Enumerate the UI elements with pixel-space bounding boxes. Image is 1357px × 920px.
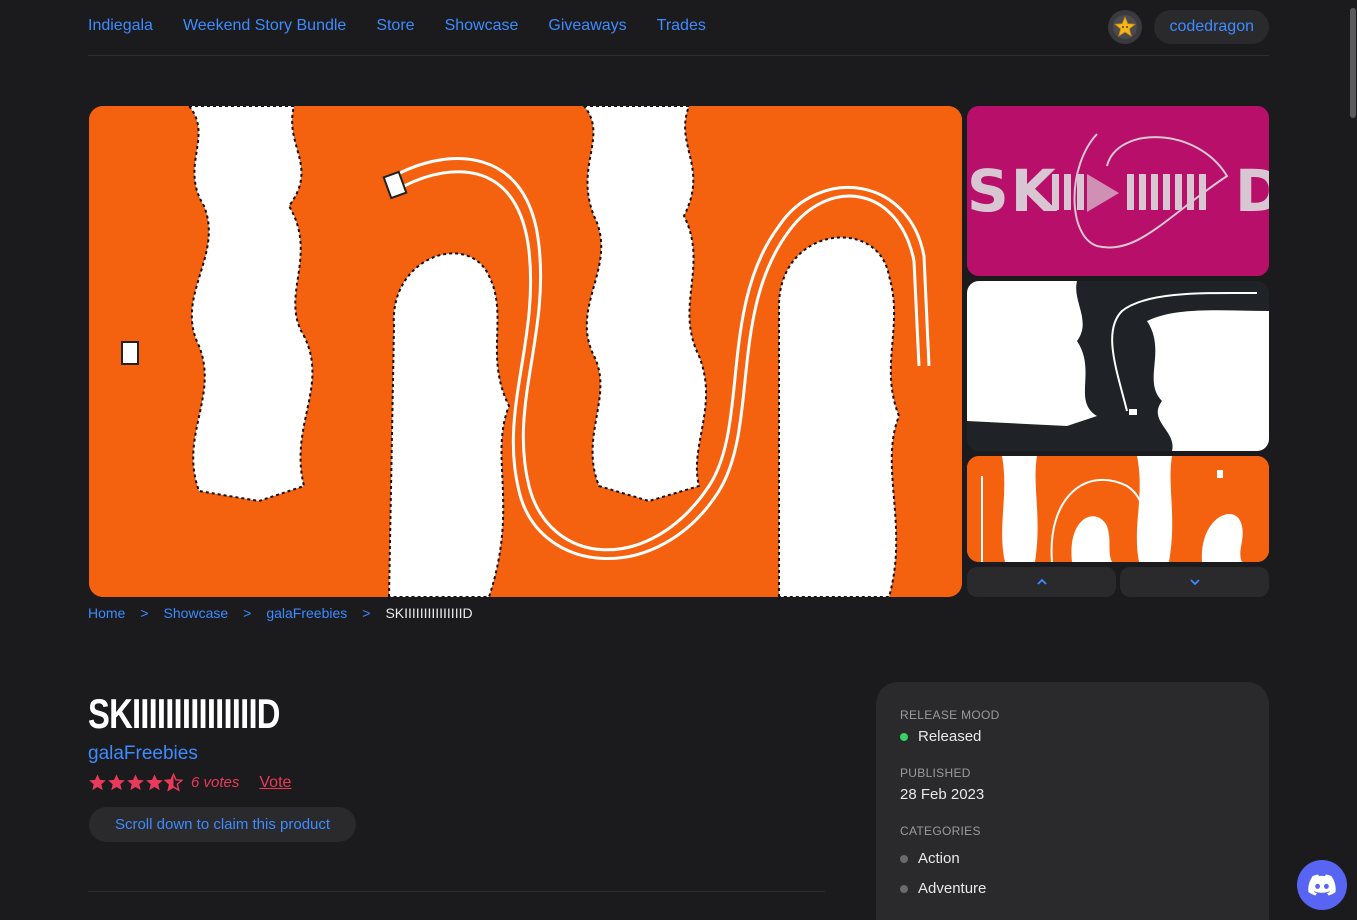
developer-link[interactable]: galaFreebies [88, 743, 198, 765]
status-dot-icon [900, 732, 908, 741]
thumbnail-screenshot-3[interactable] [967, 456, 1269, 562]
claim-product-button[interactable]: Scroll down to claim this product [89, 807, 356, 842]
breadcrumb-separator: > [362, 605, 371, 621]
nav-link-giveaways[interactable]: Giveaways [548, 17, 626, 35]
breadcrumb: Home > Showcase > galaFreebies > SKIIIII… [88, 605, 473, 621]
votes-count: 6 votes [191, 774, 240, 791]
chevron-down-icon [1189, 579, 1200, 586]
user-area: codedragon [1108, 10, 1269, 44]
avatar[interactable] [1108, 10, 1143, 44]
nav-link-store[interactable]: Store [376, 17, 414, 35]
main-screenshot[interactable] [89, 106, 962, 597]
star-half-icon [164, 773, 183, 792]
thumbnail-video[interactable]: SK D [967, 106, 1269, 276]
scrollbar-thumb[interactable] [1350, 8, 1356, 118]
nav-link-trades[interactable]: Trades [657, 17, 706, 35]
bullet-icon [900, 854, 908, 863]
game-screenshot-image [89, 106, 962, 597]
product-info-panel: RELEASE MOOD Released PUBLISHED 28 Feb 2… [876, 682, 1269, 920]
release-label: RELEASE MOOD [900, 708, 1000, 722]
vote-link[interactable]: Vote [259, 774, 291, 792]
nav-link-showcase[interactable]: Showcase [445, 17, 519, 35]
star-avatar-icon [1113, 15, 1138, 39]
gallery-scroll-up-button[interactable] [967, 567, 1116, 597]
gallery-scroll-down-button[interactable] [1120, 567, 1269, 597]
star-full-icon [108, 774, 125, 791]
page-scrollbar[interactable] [1348, 0, 1357, 920]
star-full-icon [146, 774, 163, 791]
star-rating [88, 773, 183, 792]
rating-row: 6 votes Vote [88, 773, 291, 792]
breadcrumb-current: SKIIIIIIIIIIIIIIID [385, 605, 473, 621]
published-section: PUBLISHED 28 Feb 2023 [900, 766, 1245, 803]
category-item[interactable]: Action [900, 849, 1245, 868]
breadcrumb-showcase[interactable]: Showcase [164, 605, 229, 621]
breadcrumb-separator: > [243, 605, 252, 621]
release-section: RELEASE MOOD Released [900, 708, 1245, 745]
star-full-icon [127, 774, 144, 791]
product-title: SKIIIIIIIIIIIIIIID [88, 690, 280, 737]
video-thumbnail-image: SK D [967, 106, 1269, 276]
category-adventure: Adventure [918, 880, 987, 897]
star-full-icon [89, 774, 106, 791]
svg-text:SK: SK [967, 157, 1058, 225]
published-label: PUBLISHED [900, 766, 971, 780]
thumbnail-screenshot-2[interactable] [967, 281, 1269, 451]
nav-link-indiegala[interactable]: Indiegala [88, 17, 153, 35]
release-status: Released [900, 728, 1245, 745]
screenshot-2-image [967, 281, 1269, 451]
breadcrumb-home[interactable]: Home [88, 605, 125, 621]
published-value: 28 Feb 2023 [900, 786, 985, 803]
bullet-icon [900, 884, 908, 893]
discord-chat-button[interactable] [1297, 860, 1347, 910]
category-item[interactable]: Adventure [900, 879, 1245, 898]
chevron-up-icon [1036, 578, 1047, 585]
discord-icon [1308, 874, 1336, 896]
screenshot-3-image [967, 456, 1269, 562]
release-value: Released [918, 728, 982, 745]
breadcrumb-separator: > [140, 605, 149, 621]
username-button[interactable]: codedragon [1154, 10, 1269, 44]
svg-text:D: D [1235, 157, 1269, 225]
categories-section: CATEGORIES Action Adventure [900, 824, 1245, 898]
nav-link-weekend-story-bundle[interactable]: Weekend Story Bundle [183, 17, 346, 35]
category-action: Action [918, 850, 960, 867]
categories-label: CATEGORIES [900, 824, 981, 838]
breadcrumb-developer[interactable]: galaFreebies [266, 605, 347, 621]
section-divider [88, 891, 825, 892]
nav-links: Indiegala Weekend Story Bundle Store Sho… [88, 17, 736, 35]
top-navigation: Indiegala Weekend Story Bundle Store Sho… [88, 0, 1269, 56]
